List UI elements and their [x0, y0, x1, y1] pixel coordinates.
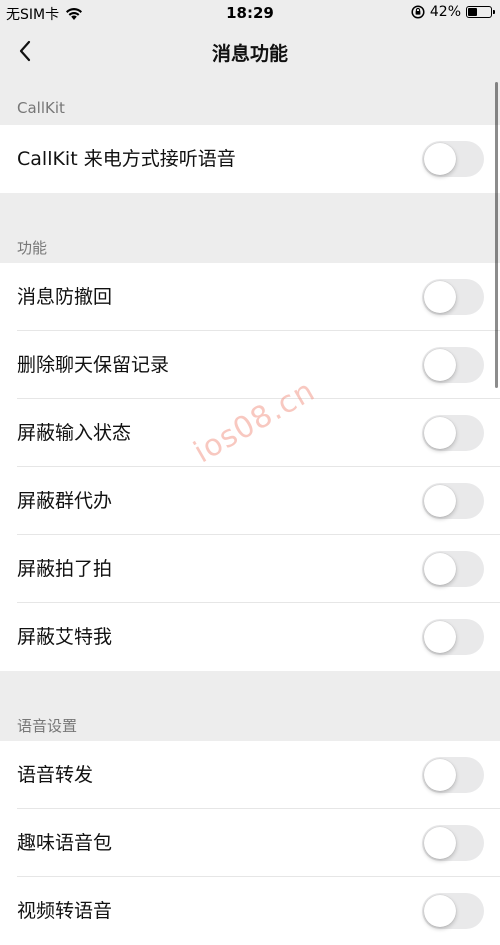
setting-label: 视频转语音 — [17, 900, 113, 922]
setting-row: 消息防撤回 — [0, 263, 500, 331]
toggle-switch[interactable] — [422, 825, 484, 861]
setting-row: 屏蔽拍了拍 — [0, 535, 500, 603]
toggle-knob — [424, 759, 456, 791]
toggle-switch[interactable] — [422, 483, 484, 519]
toggle-knob — [424, 553, 456, 585]
settings-group: 语音转发趣味语音包视频转语音 — [0, 741, 500, 945]
setting-label: 语音转发 — [17, 764, 94, 786]
setting-label: 屏蔽拍了拍 — [17, 558, 113, 580]
navigation-bar: 消息功能 — [0, 26, 500, 78]
toggle-knob — [424, 281, 456, 313]
toggle-switch[interactable] — [422, 347, 484, 383]
setting-label: 删除聊天保留记录 — [17, 354, 170, 376]
setting-label: 屏蔽群代办 — [17, 490, 113, 512]
toggle-switch[interactable] — [422, 893, 484, 929]
orientation-lock-icon — [411, 5, 425, 19]
setting-label: 屏蔽艾特我 — [17, 626, 113, 648]
toggle-switch[interactable] — [422, 757, 484, 793]
section-header: 语音设置 — [17, 717, 78, 735]
section-header: CallKit — [17, 99, 65, 117]
toggle-switch[interactable] — [422, 415, 484, 451]
toggle-switch[interactable] — [422, 279, 484, 315]
toggle-knob — [424, 417, 456, 449]
setting-label: 屏蔽输入状态 — [17, 422, 132, 444]
settings-list: CallKit CallKit 来电方式接听语音功能消息防撤回删除聊天保留记录 屏蔽… — [0, 78, 500, 945]
settings-group: CallKit 来电方式接听语音 — [0, 125, 500, 193]
setting-row: 视频转语音 — [0, 877, 500, 945]
settings-group: 消息防撤回删除聊天保留记录 屏蔽输入状态 屏蔽群代办屏蔽拍了拍屏蔽艾特我 — [0, 263, 500, 671]
setting-row: 屏蔽群代办 — [0, 467, 500, 535]
page-title: 消息功能 — [211, 43, 288, 65]
toggle-knob — [424, 143, 456, 175]
status-right: 42% — [411, 4, 495, 20]
toggle-switch[interactable] — [422, 551, 484, 587]
toggle-switch[interactable] — [422, 619, 484, 655]
toggle-knob — [424, 485, 456, 517]
section-header: 功能 — [17, 239, 48, 257]
setting-label: 消息防撤回 — [17, 286, 113, 308]
setting-row: 删除聊天保留记录 — [0, 331, 500, 399]
setting-label: CallKit 来电方式接听语音 — [17, 148, 236, 170]
setting-row: 屏蔽艾特我 — [0, 603, 500, 671]
scrollbar[interactable] — [495, 82, 498, 388]
status-bar: 无SIM卡 18:29 42% — [0, 0, 500, 26]
setting-row: 语音转发 — [0, 741, 500, 809]
toggle-switch[interactable] — [422, 141, 484, 177]
setting-row: 趣味语音包 — [0, 809, 500, 877]
toggle-knob — [424, 349, 456, 381]
setting-row: CallKit 来电方式接听语音 — [0, 125, 500, 193]
battery-percent: 42% — [429, 4, 461, 20]
toggle-knob — [424, 827, 456, 859]
battery-fill — [468, 8, 477, 16]
setting-label: 趣味语音包 — [17, 832, 113, 854]
battery-icon — [466, 6, 495, 18]
toggle-knob — [424, 621, 456, 653]
